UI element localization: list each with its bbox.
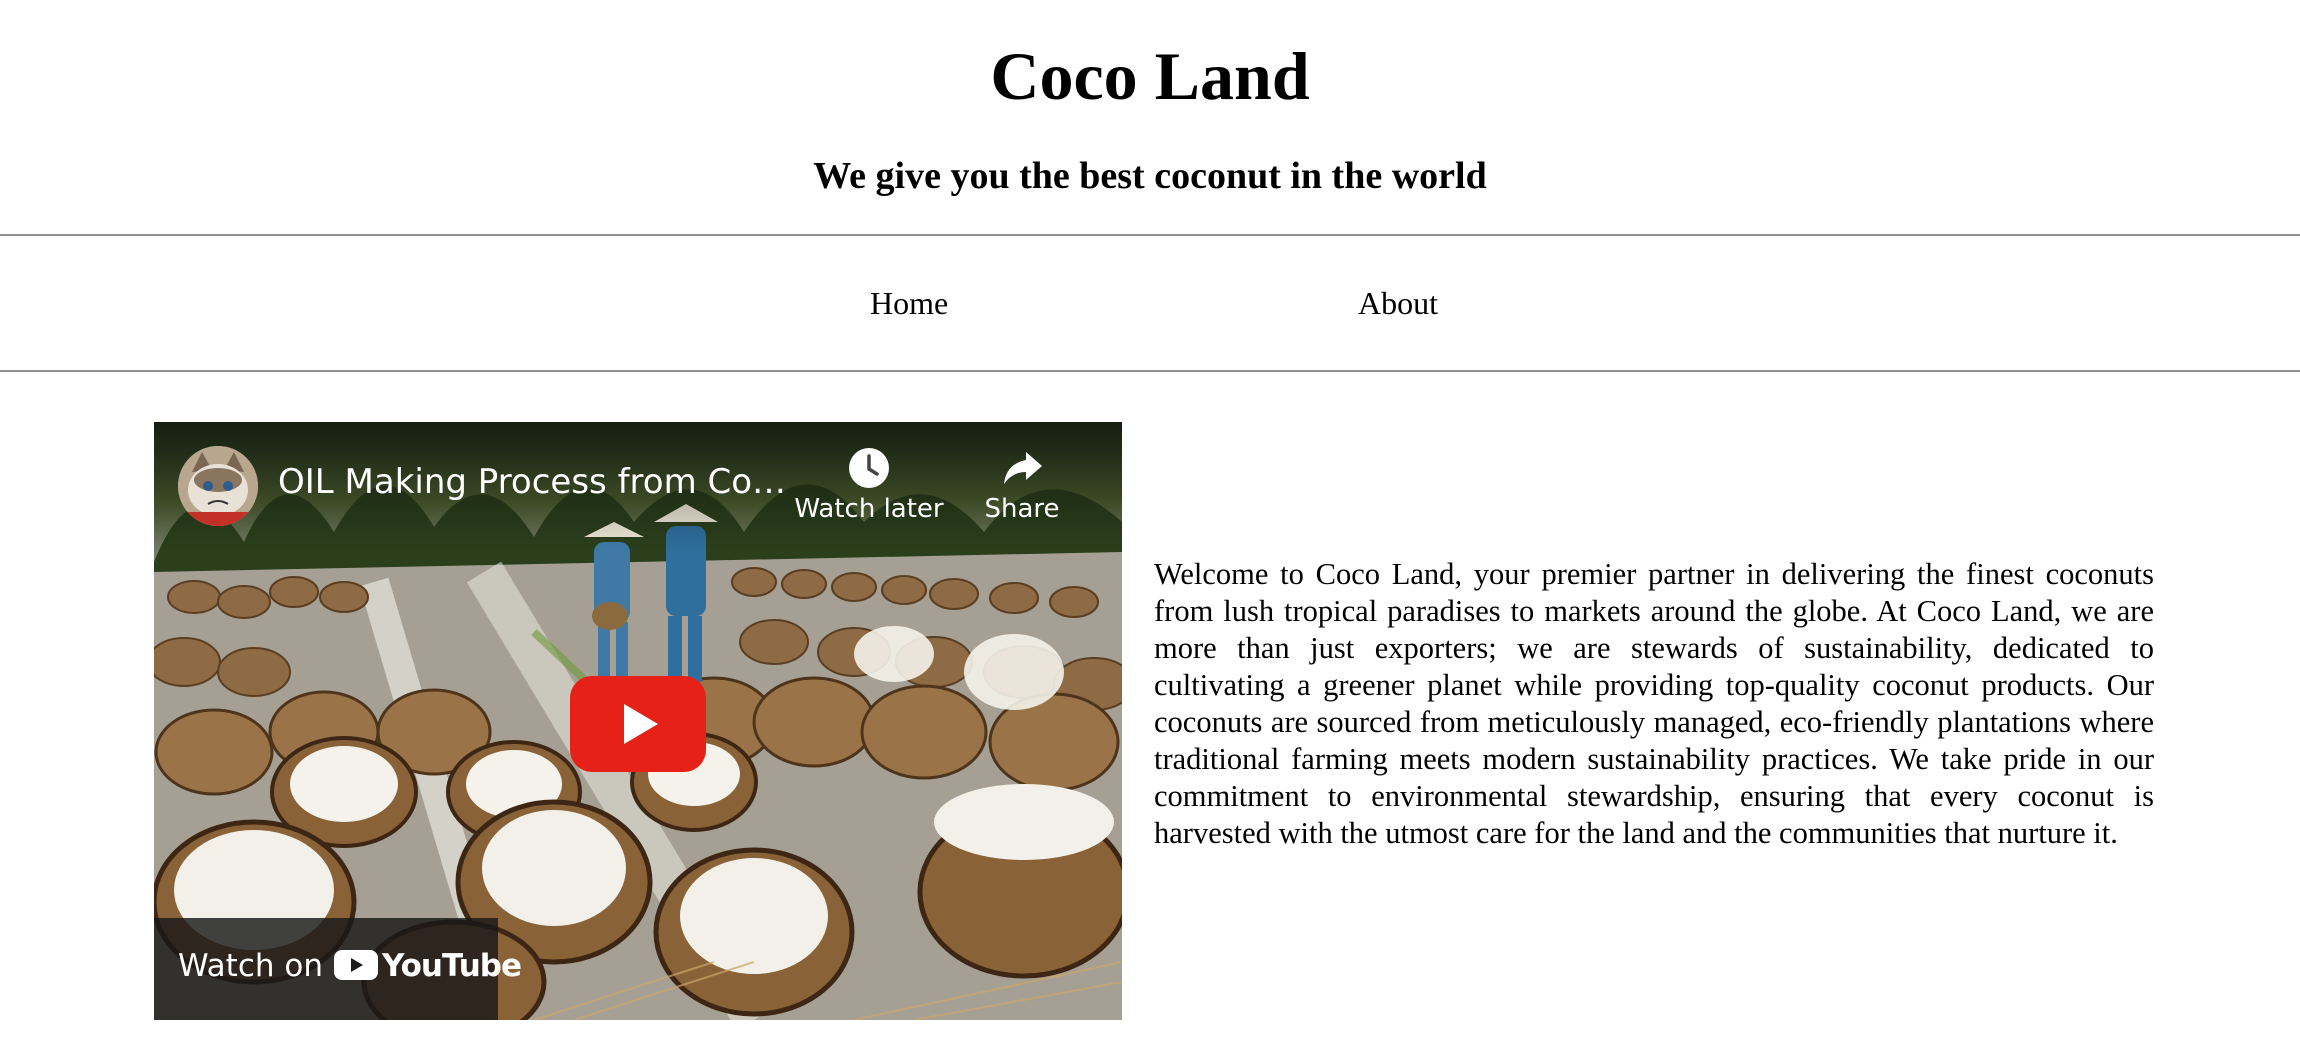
watch-later-button[interactable]: Watch later	[794, 446, 944, 524]
nav-about-link[interactable]: About	[1358, 236, 1438, 370]
site-tagline: We give you the best coconut in the worl…	[813, 155, 1487, 197]
watch-on-label: Watch on	[178, 948, 323, 984]
play-icon	[570, 676, 706, 772]
play-button[interactable]	[570, 676, 706, 772]
intro-paragraph: Welcome to Coco Land, your premier partn…	[1154, 557, 2154, 850]
video-title[interactable]: OIL Making Process from Coc...	[278, 462, 788, 502]
watch-later-label: Watch later	[794, 494, 944, 524]
share-arrow-icon	[962, 446, 1082, 494]
youtube-wordmark: YouTube	[382, 948, 522, 984]
main-content: OIL Making Process from Coc... Watch lat…	[0, 372, 2300, 1032]
main-nav: Home About	[0, 236, 2300, 370]
watch-on-youtube-button[interactable]: Watch on YouTube	[154, 918, 522, 1020]
cat-avatar-icon[interactable]	[178, 446, 258, 526]
youtube-embed[interactable]: OIL Making Process from Coc... Watch lat…	[154, 422, 1122, 1020]
youtube-logo-icon	[334, 948, 378, 990]
share-label: Share	[984, 494, 1060, 524]
nav-home-link[interactable]: Home	[870, 236, 948, 370]
share-button[interactable]: Share	[962, 446, 1082, 524]
site-title: Coco Land	[990, 38, 1310, 114]
clock-icon	[794, 446, 944, 494]
site-header: Coco Land We give you the best coconut i…	[0, 0, 2300, 200]
